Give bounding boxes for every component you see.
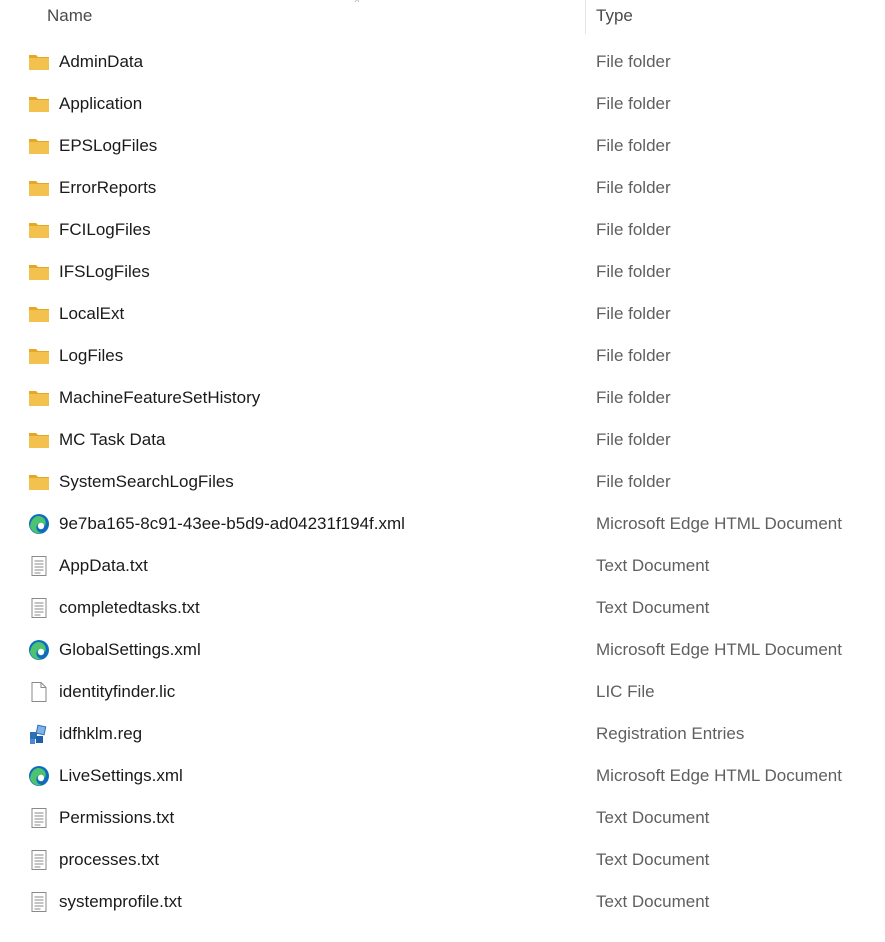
- file-type: File folder: [596, 136, 671, 155]
- text-document-icon: [28, 807, 50, 829]
- file-name: EPSLogFiles: [59, 136, 158, 155]
- folder-icon: [28, 471, 50, 493]
- file-type: Registration Entries: [596, 724, 745, 743]
- file-row[interactable]: SystemSearchLogFiles File folder: [0, 461, 885, 503]
- file-name: Application: [59, 94, 143, 113]
- file-name: identityfinder.lic: [59, 682, 176, 701]
- file-type: File folder: [596, 346, 671, 365]
- file-name: LocalExt: [59, 304, 125, 323]
- file-type: File folder: [596, 304, 671, 323]
- column-header-bar: Name ^ Type: [0, 0, 885, 34]
- file-type: Text Document: [596, 598, 710, 617]
- file-row[interactable]: ErrorReports File folder: [0, 167, 885, 209]
- folder-icon: [28, 303, 50, 325]
- file-row[interactable]: MC Task Data File folder: [0, 419, 885, 461]
- file-type: File folder: [596, 94, 671, 113]
- file-name: completedtasks.txt: [59, 598, 200, 617]
- file-type: File folder: [596, 178, 671, 197]
- blank-file-icon: [28, 681, 50, 703]
- file-row[interactable]: IFSLogFiles File folder: [0, 251, 885, 293]
- file-type: File folder: [596, 52, 671, 71]
- file-type: LIC File: [596, 682, 655, 701]
- file-row[interactable]: AppData.txt Text Document: [0, 545, 885, 587]
- file-list: AdminData File folder Application File fold…: [0, 41, 885, 923]
- file-type: File folder: [596, 262, 671, 281]
- edge-icon: [28, 513, 50, 535]
- column-resize-handle[interactable]: [585, 0, 586, 34]
- file-type: File folder: [596, 472, 671, 491]
- registry-icon: [28, 723, 50, 745]
- file-type: File folder: [596, 430, 671, 449]
- file-row[interactable]: identityfinder.lic LIC File: [0, 671, 885, 713]
- file-type: Microsoft Edge HTML Document: [596, 766, 842, 785]
- text-document-icon: [28, 891, 50, 913]
- file-type: File folder: [596, 220, 671, 239]
- folder-icon: [28, 387, 50, 409]
- file-name: ErrorReports: [59, 178, 157, 197]
- sort-indicator-icon: ^: [355, 0, 360, 7]
- file-row[interactable]: LiveSettings.xml Microsoft Edge HTML Docu…: [0, 755, 885, 797]
- file-row[interactable]: EPSLogFiles File folder: [0, 125, 885, 167]
- file-name: AdminData: [59, 52, 144, 71]
- file-row[interactable]: Permissions.txt Text Document: [0, 797, 885, 839]
- file-name: idfhklm.reg: [59, 724, 143, 743]
- file-name: systemprofile.txt: [59, 892, 182, 911]
- folder-icon: [28, 429, 50, 451]
- text-document-icon: [28, 849, 50, 871]
- edge-icon: [28, 639, 50, 661]
- file-name: MC Task Data: [59, 430, 166, 449]
- file-row[interactable]: systemprofile.txt Text Document: [0, 881, 885, 923]
- folder-icon: [28, 177, 50, 199]
- file-name: LiveSettings.xml: [59, 766, 183, 785]
- column-header-type-label: Type: [596, 6, 633, 25]
- folder-icon: [28, 51, 50, 73]
- file-row[interactable]: MachineFeatureSetHistory File folder: [0, 377, 885, 419]
- column-header-name-label: Name: [47, 6, 93, 25]
- file-row[interactable]: GlobalSettings.xml Microsoft Edge HTML Do…: [0, 629, 885, 671]
- folder-icon: [28, 345, 50, 367]
- file-name: GlobalSettings.xml: [59, 640, 201, 659]
- file-name: IFSLogFiles: [59, 262, 150, 281]
- file-type: Text Document: [596, 850, 710, 869]
- text-document-icon: [28, 555, 50, 577]
- file-type: Text Document: [596, 892, 710, 911]
- file-row[interactable]: FCILogFiles File folder: [0, 209, 885, 251]
- file-name: SystemSearchLogFiles: [59, 472, 234, 491]
- file-type: Microsoft Edge HTML Document: [596, 640, 842, 659]
- file-type: File folder: [596, 388, 671, 407]
- file-name: MachineFeatureSetHistory: [59, 388, 261, 407]
- column-header-type[interactable]: Type: [596, 0, 876, 34]
- file-row[interactable]: processes.txt Text Document: [0, 839, 885, 881]
- file-type: Text Document: [596, 808, 710, 827]
- file-row[interactable]: 9e7ba165-8c91-43ee-b5d9-ad04231f194f.xml…: [0, 503, 885, 545]
- column-header-name[interactable]: Name ^: [47, 0, 577, 34]
- folder-icon: [28, 219, 50, 241]
- file-type: Text Document: [596, 556, 710, 575]
- file-row[interactable]: Application File folder: [0, 83, 885, 125]
- edge-icon: [28, 765, 50, 787]
- file-name: processes.txt: [59, 850, 160, 869]
- file-name: AppData.txt: [59, 556, 148, 575]
- file-row[interactable]: idfhklm.reg Registration Entries: [0, 713, 885, 755]
- file-name: Permissions.txt: [59, 808, 175, 827]
- file-type: Microsoft Edge HTML Document: [596, 514, 842, 533]
- folder-icon: [28, 135, 50, 157]
- file-row[interactable]: LocalExt File folder: [0, 293, 885, 335]
- folder-icon: [28, 93, 50, 115]
- file-name: 9e7ba165-8c91-43ee-b5d9-ad04231f194f.xml: [59, 514, 405, 533]
- text-document-icon: [28, 597, 50, 619]
- file-row[interactable]: LogFiles File folder: [0, 335, 885, 377]
- file-row[interactable]: AdminData File folder: [0, 41, 885, 83]
- file-name: FCILogFiles: [59, 220, 151, 239]
- file-name: LogFiles: [59, 346, 124, 365]
- file-explorer-details-view: Name ^ Type AdminData File folder Applicat…: [0, 0, 885, 942]
- folder-icon: [28, 261, 50, 283]
- file-row[interactable]: completedtasks.txt Text Document: [0, 587, 885, 629]
